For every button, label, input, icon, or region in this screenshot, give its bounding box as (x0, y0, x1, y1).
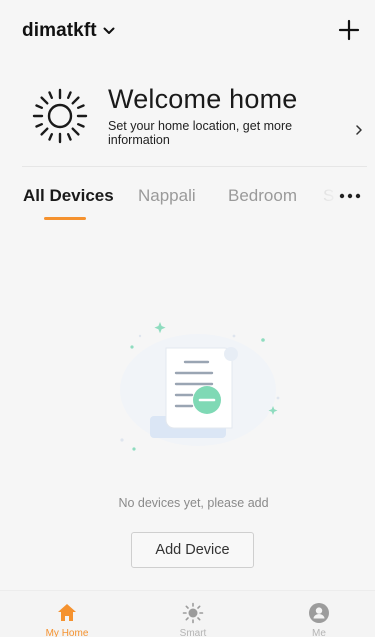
home-selector[interactable]: dimatkft (22, 20, 115, 42)
welcome-title: Welcome home (108, 84, 298, 114)
welcome-card[interactable]: Welcome home Set your home location, get… (22, 80, 367, 160)
nav-smart[interactable]: Smart (153, 591, 233, 637)
sun-icon (32, 88, 88, 144)
smart-sun-icon (182, 602, 204, 624)
more-dots-icon[interactable] (339, 192, 361, 200)
empty-document-illustration (120, 322, 280, 451)
home-name: dimatkft (22, 20, 97, 41)
chevron-right-icon (356, 125, 362, 135)
profile-icon (309, 603, 329, 623)
top-bar: dimatkft (0, 0, 375, 56)
add-device-button[interactable]: Add Device (131, 532, 254, 568)
tab-bedroom[interactable]: Bedroom (228, 186, 297, 206)
tab-fade-overlay (310, 178, 340, 218)
plus-icon[interactable] (337, 18, 361, 42)
room-tabs: All Devices Nappali Bedroom S (0, 178, 375, 224)
nav-label-me: Me (312, 628, 326, 637)
welcome-subtitle: Set your home location, get more informa… (108, 119, 293, 147)
tab-all-devices[interactable]: All Devices (23, 186, 114, 206)
home-screen: dimatkft Welcome home Set your home loca… (0, 0, 375, 637)
nav-label-my-home: My Home (45, 628, 89, 637)
nav-me[interactable]: Me (279, 591, 359, 637)
home-icon (58, 604, 76, 621)
chevron-down-icon (103, 27, 115, 34)
divider (22, 166, 367, 167)
tab-nappali[interactable]: Nappali (138, 186, 196, 206)
empty-state-message: No devices yet, please add (118, 496, 269, 510)
bottom-navigation: My Home Smart Me (0, 590, 375, 637)
nav-label-smart: Smart (179, 628, 207, 637)
active-tab-indicator (44, 217, 86, 220)
nav-my-home[interactable]: My Home (27, 591, 107, 637)
